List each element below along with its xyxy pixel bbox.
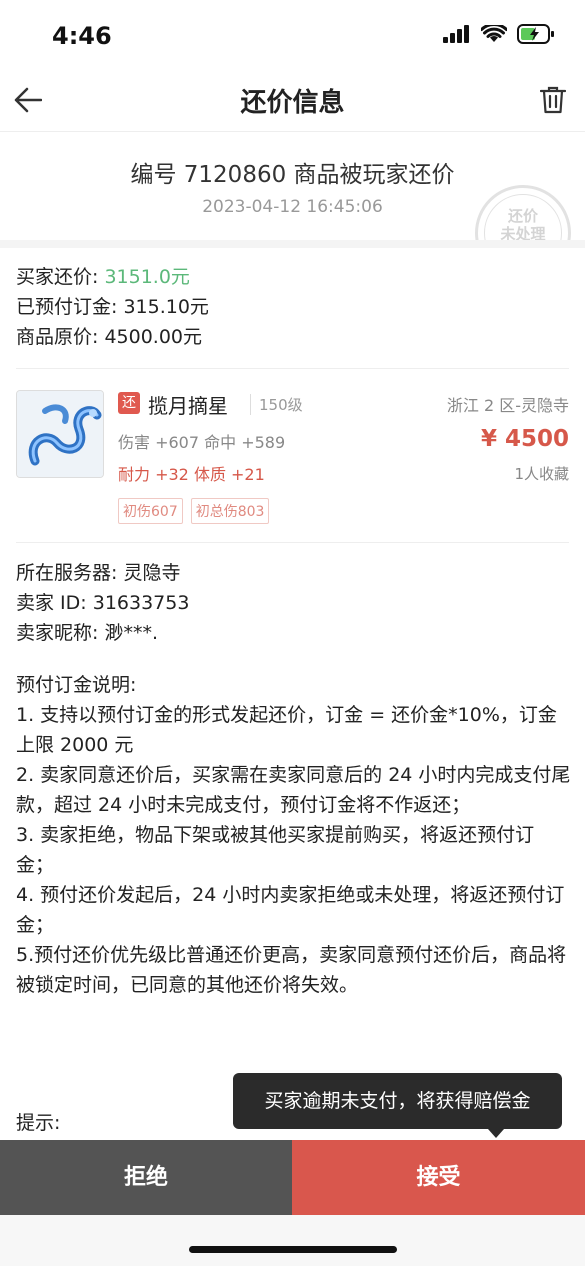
item-name: 揽月摘星 <box>148 394 228 418</box>
seller-nickname-value: 渺***. <box>104 622 158 644</box>
accept-button[interactable]: 接受 <box>292 1140 585 1215</box>
rule-item: 3. 卖家拒绝，物品下架或被其他买家提前购买，将返还预付订金； <box>16 824 535 876</box>
original-price-value: 4500.00元 <box>104 326 203 348</box>
wifi-icon <box>480 22 508 47</box>
stamp-line1: 还价 <box>507 207 538 225</box>
rule-item: 1. 支持以预付订金的形式发起还价，订金 = 还价金*10%，订金上限 2000… <box>16 704 557 756</box>
seller-id-label: 卖家 ID: <box>16 592 87 614</box>
offer-header: 编号 7120860 商品被玩家还价 2023-04-12 16:45:06 还… <box>0 133 585 240</box>
signal-icon <box>443 25 471 47</box>
price-summary: 买家还价: 3151.0元 已预付订金: 315.10元 商品原价: 4500.… <box>16 262 569 352</box>
page-title: 还价信息 <box>240 88 345 118</box>
item-thumbnail <box>16 390 104 478</box>
divider <box>16 368 569 369</box>
seller-id-value: 31633753 <box>92 592 190 614</box>
item-tag: 初伤607 <box>118 498 183 524</box>
nav-bar: 还价信息 <box>0 72 585 132</box>
delete-button[interactable] <box>537 82 569 118</box>
battery-charging-icon <box>517 24 555 48</box>
reject-button[interactable]: 拒绝 <box>0 1140 292 1215</box>
home-indicator[interactable] <box>189 1246 397 1253</box>
buyer-offer-row: 买家还价: 3151.0元 <box>16 262 569 292</box>
item-tags: 初伤607 初总伤803 <box>118 498 270 524</box>
seller-nickname-row: 卖家昵称: 渺***. <box>16 618 571 648</box>
server-label: 所在服务器: <box>16 562 118 584</box>
item-server: 浙江 2 区-灵隐寺 <box>446 396 569 415</box>
deposit-row: 已预付订金: 315.10元 <box>16 292 569 322</box>
buyer-offer-value: 3151.0元 <box>104 266 190 288</box>
tip-label: 提示: <box>16 1112 61 1134</box>
status-icons <box>443 22 555 48</box>
compensation-tooltip: 买家逾期未支付，将获得赔偿金 <box>233 1073 562 1129</box>
rules-heading: 预付订金说明: <box>16 674 137 696</box>
deposit-value: 315.10元 <box>123 296 209 318</box>
item-favorites: 1人收藏 <box>514 465 569 483</box>
counteroffer-badge: 还 <box>118 392 140 414</box>
status-stamp: 还价 未处理 <box>475 185 571 240</box>
seller-info: 所在服务器: 灵隐寺 卖家 ID: 31633753 卖家昵称: 渺***. 预… <box>16 558 571 1000</box>
item-tag: 初总伤803 <box>190 498 270 524</box>
item-price: ¥ 4500 <box>480 426 569 452</box>
seller-id-row: 卖家 ID: 31633753 <box>16 588 571 618</box>
action-bar: 拒绝 接受 <box>0 1140 585 1215</box>
server-row: 所在服务器: 灵隐寺 <box>16 558 571 588</box>
status-bar: 4:46 <box>0 0 585 72</box>
trash-icon <box>540 86 566 114</box>
status-time: 4:46 <box>52 22 112 50</box>
divider <box>16 542 569 543</box>
deposit-label: 已预付订金: <box>16 296 118 318</box>
item-stats-secondary: 耐力 +32 体质 +21 <box>118 465 265 484</box>
home-area <box>0 1215 585 1266</box>
original-price-label: 商品原价: <box>16 326 99 348</box>
offer-title: 编号 7120860 商品被玩家还价 <box>130 162 455 188</box>
rule-item: 5.预付还价优先级比普通还价更高，卖家同意预付还价后，商品将被锁定时间，已同意的… <box>16 944 567 996</box>
rule-item: 4. 预付还价发起后，24 小时内卖家拒绝或未处理，将返还预付订金； <box>16 884 565 936</box>
item-card[interactable]: 还 揽月摘星 150级 伤害 +607 命中 +589 耐力 +32 体质 +2… <box>16 390 569 530</box>
original-price-row: 商品原价: 4500.00元 <box>16 322 569 352</box>
seller-nickname-label: 卖家昵称: <box>16 622 99 644</box>
server-value: 灵隐寺 <box>123 562 181 584</box>
item-level: 150级 <box>250 394 303 415</box>
stamp-line2: 未处理 <box>500 225 546 240</box>
item-stats-primary: 伤害 +607 命中 +589 <box>118 433 286 452</box>
rule-item: 2. 卖家同意还价后，买家需在卖家同意后的 24 小时内完成支付尾款，超过 24… <box>16 764 571 816</box>
section-divider <box>0 240 585 248</box>
buyer-offer-label: 买家还价: <box>16 266 99 288</box>
tooltip-arrow <box>488 1129 504 1138</box>
